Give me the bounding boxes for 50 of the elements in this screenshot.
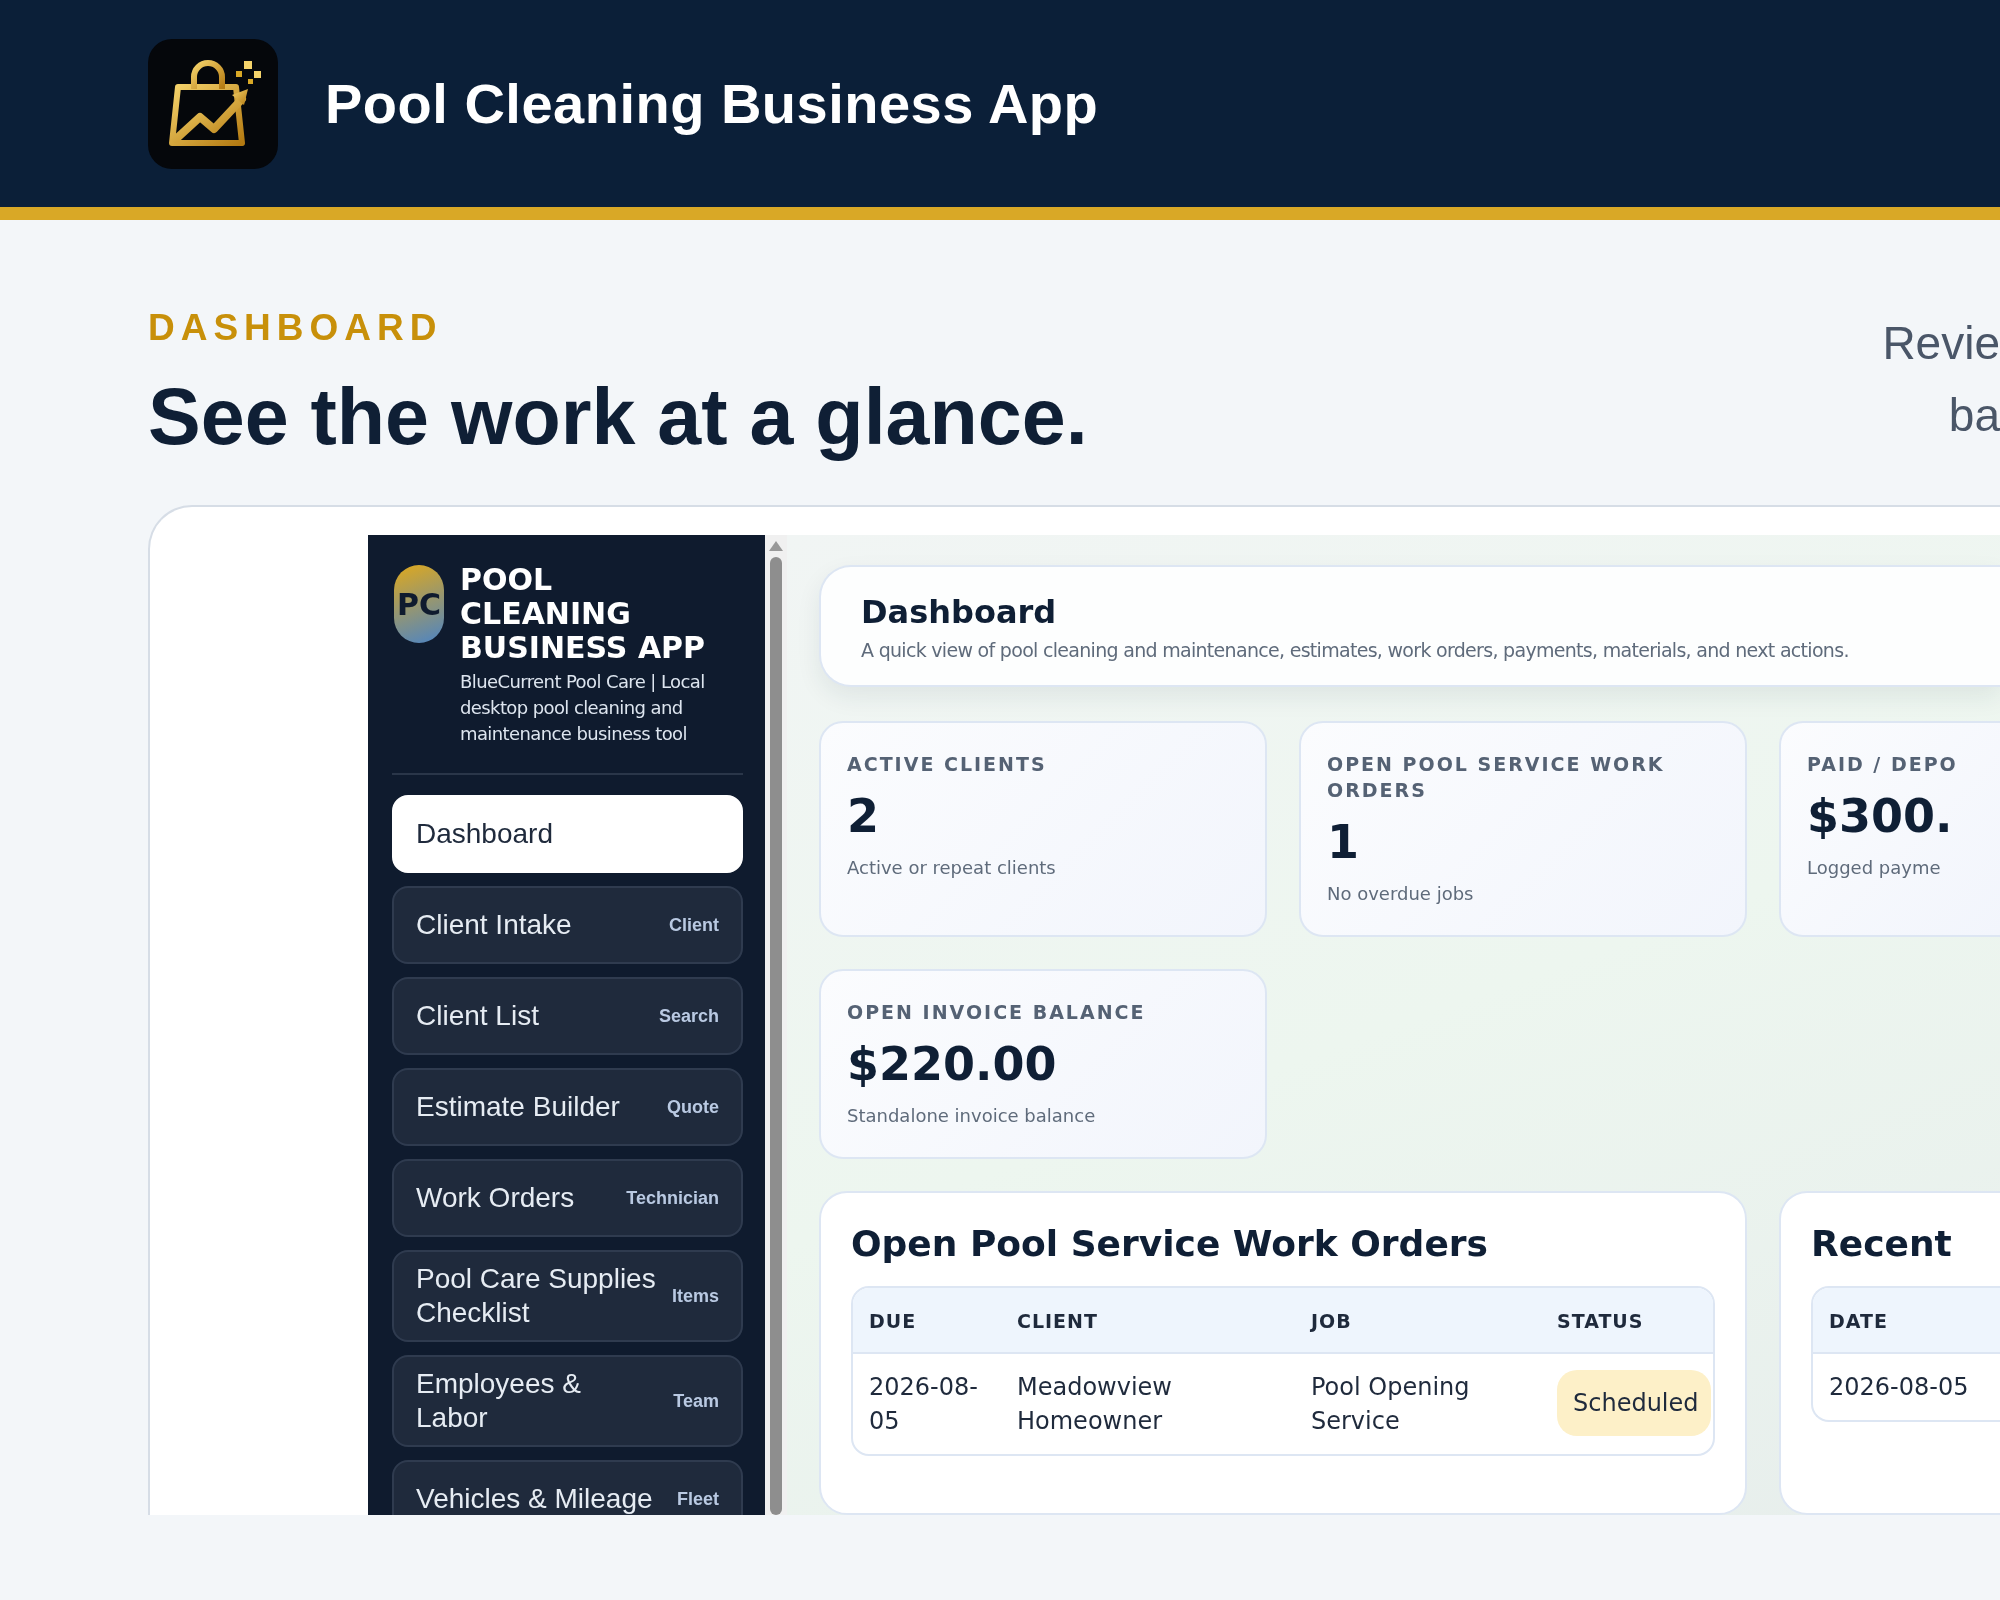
panel-title: Open Pool Service Work Orders: [851, 1223, 1489, 1264]
table-cell-text: Meadowview Homeowner: [1016, 1372, 1173, 1437]
stat-label: PAID / DEPO: [1807, 752, 1959, 777]
sidebar-nav-item[interactable]: Dashboard: [392, 795, 743, 873]
intro-text: ba: [1948, 388, 2000, 443]
sidebar-nav-item[interactable]: Client Intake Client: [392, 886, 743, 964]
page-description: A quick view of pool cleaning and maintenance, estimates, work orders, payments, materials, and next actions.: [861, 639, 1850, 661]
table-cell-text: 2026-08-05: [868, 1372, 979, 1437]
stat-value: 1: [1327, 815, 1360, 869]
stat-label: OPEN POOL SERVICE WORK ORDERS: [1327, 752, 1666, 803]
stat-note: Logged payme: [1807, 857, 1942, 878]
brand-title: POOL CLEANING BUSINESS APP: [460, 563, 707, 665]
stat-note: Standalone invoice balance: [847, 1105, 1097, 1126]
column-header: CLIENT: [1016, 1309, 1099, 1334]
nav-tag: Client: [669, 914, 719, 936]
brand-subtitle: BlueCurrent Pool Care | Local desktop pool cleaning and maintenance business tool: [460, 670, 706, 746]
table-cell-text: 2026-08-05: [1828, 1372, 1970, 1403]
sidebar-nav-item[interactable]: Vehicles & Mileage Fleet: [392, 1460, 743, 1515]
stat-value: 2: [847, 789, 880, 843]
column-header: STATUS: [1556, 1309, 1645, 1334]
stat-note: Active or repeat clients: [847, 857, 1057, 878]
nav-tag: Team: [673, 1390, 719, 1412]
column-header: DATE: [1828, 1309, 1889, 1334]
scrollbar[interactable]: [765, 535, 787, 1515]
sidebar-nav-item[interactable]: Client List Search: [392, 977, 743, 1055]
nav-tag: Quote: [667, 1096, 719, 1118]
stat-value: $300.: [1807, 789, 1954, 843]
stat-label: OPEN INVOICE BALANCE: [847, 1000, 1147, 1025]
panel-title: Recent: [1811, 1223, 1953, 1264]
page-title: Dashboard: [861, 593, 1058, 631]
stat-note: No overdue jobs: [1327, 883, 1475, 904]
stat-value: $220.00: [847, 1037, 1058, 1091]
table-cell-text: Pool Opening Service: [1310, 1372, 1471, 1437]
sidebar-nav-item[interactable]: Work Orders Technician: [392, 1159, 743, 1237]
nav-tag: Technician: [626, 1187, 719, 1209]
app-title: Pool Cleaning Business App: [325, 71, 1099, 136]
nav-tag: Items: [671, 1285, 719, 1307]
sidebar-nav-item[interactable]: Estimate Builder Quote: [392, 1068, 743, 1146]
section-eyebrow: DASHBOARD: [148, 307, 444, 349]
column-header: DUE: [868, 1309, 918, 1334]
stat-label: ACTIVE CLIENTS: [847, 752, 1048, 777]
status-badge: Scheduled: [1557, 1370, 1711, 1436]
brand-logo: PC: [394, 565, 444, 643]
nav-tag: Search: [658, 1005, 719, 1027]
sidebar-nav-item[interactable]: Employees & Labor Team: [392, 1355, 743, 1447]
column-header: JOB: [1309, 1309, 1353, 1334]
nav-tag: Fleet: [677, 1488, 719, 1510]
shopping-bag-chart-logo-icon: [148, 38, 278, 169]
intro-text: Revie: [1882, 316, 2000, 371]
page-heading: See the work at a glance.: [148, 371, 1088, 463]
